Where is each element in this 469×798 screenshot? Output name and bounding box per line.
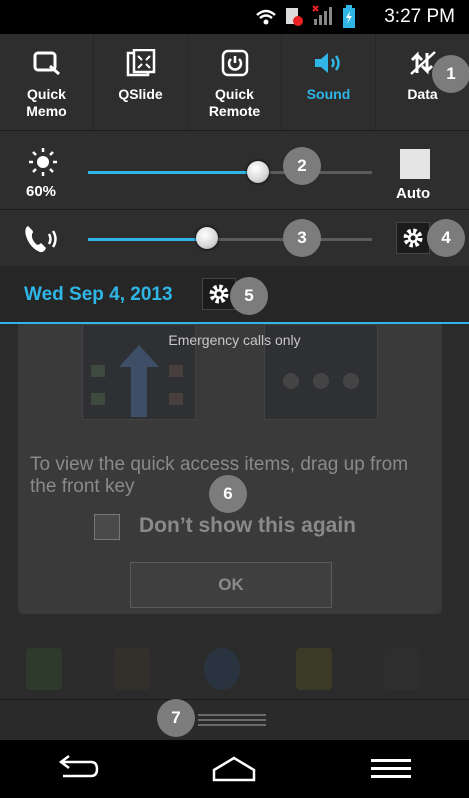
gear-icon	[209, 284, 229, 304]
qslide-icon	[125, 48, 157, 78]
apps-grid-icon	[384, 648, 420, 690]
dont-show-checkbox[interactable]	[94, 514, 120, 540]
navigation-bar	[0, 740, 469, 798]
phone-app-icon	[26, 648, 62, 690]
sound-label: Sound	[306, 86, 351, 102]
auto-brightness-label: Auto	[396, 185, 431, 202]
quick-remote-label: Quick Remote	[208, 86, 261, 119]
auto-brightness-checkbox[interactable]	[400, 149, 430, 179]
quick-memo-label: Quick Memo	[26, 86, 67, 119]
contacts-app-icon	[114, 648, 150, 690]
callout-5: 5	[230, 277, 268, 315]
battery-charging-icon	[343, 5, 355, 28]
quick-remote-button[interactable]: Quick Remote	[188, 34, 282, 130]
qslide-label: QSlide	[118, 86, 163, 102]
home-icon	[213, 756, 256, 782]
quick-remote-icon	[219, 48, 251, 78]
menu-button[interactable]	[361, 749, 421, 789]
ok-button[interactable]: OK	[130, 562, 332, 608]
data-label: Data	[407, 86, 438, 102]
sound-icon	[313, 48, 345, 78]
volume-row	[0, 210, 469, 266]
status-bar: 3:27 PM	[0, 0, 469, 34]
callout-7: 7	[157, 699, 195, 737]
brightness-slider-track[interactable]	[88, 171, 372, 174]
quick-access-dialog: To view the quick access items, drag up …	[18, 324, 442, 614]
emergency-text: Emergency calls only	[168, 332, 301, 348]
callout-6: 6	[209, 475, 247, 513]
dont-show-label: Don’t show this again	[139, 514, 357, 537]
menu-icon	[370, 759, 411, 778]
brightness-slider-thumb[interactable]	[247, 161, 270, 183]
volume-slider-thumb[interactable]	[196, 227, 219, 249]
ringtone-volume-icon	[25, 226, 57, 253]
home-button[interactable]	[204, 749, 264, 789]
back-icon	[59, 755, 99, 778]
brightness-percent: 60%	[26, 183, 57, 200]
brightness-row: 60% Auto	[0, 131, 469, 210]
quick-memo-icon	[31, 48, 63, 78]
sound-button[interactable]: Sound	[282, 34, 376, 130]
sound-settings-button[interactable]	[396, 222, 430, 254]
quick-memo-button[interactable]: Quick Memo	[0, 34, 94, 130]
dock-apps	[0, 642, 469, 698]
callout-1: 1	[432, 55, 469, 93]
browser-app-icon	[204, 648, 240, 690]
sim-error-icon	[286, 8, 303, 26]
callout-2: 2	[283, 147, 321, 185]
wifi-icon	[256, 9, 276, 25]
messaging-app-icon	[296, 648, 332, 690]
volume-slider-track[interactable]	[88, 238, 372, 241]
qslide-button[interactable]: QSlide	[94, 34, 188, 130]
quick-settings-row: Quick Memo QSlide Quick Remote Sound Dat…	[0, 34, 469, 131]
gear-icon	[403, 228, 423, 248]
back-button[interactable]	[48, 749, 108, 789]
clock: 3:27 PM	[384, 6, 455, 27]
callout-4: 4	[427, 219, 465, 257]
drag-handle-icon	[198, 714, 266, 729]
callout-3: 3	[283, 219, 321, 257]
brightness-icon	[29, 148, 57, 176]
signal-icon	[312, 5, 332, 25]
notification-drawer-handle[interactable]	[0, 700, 469, 740]
date-text[interactable]: Wed Sep 4, 2013	[24, 284, 173, 306]
